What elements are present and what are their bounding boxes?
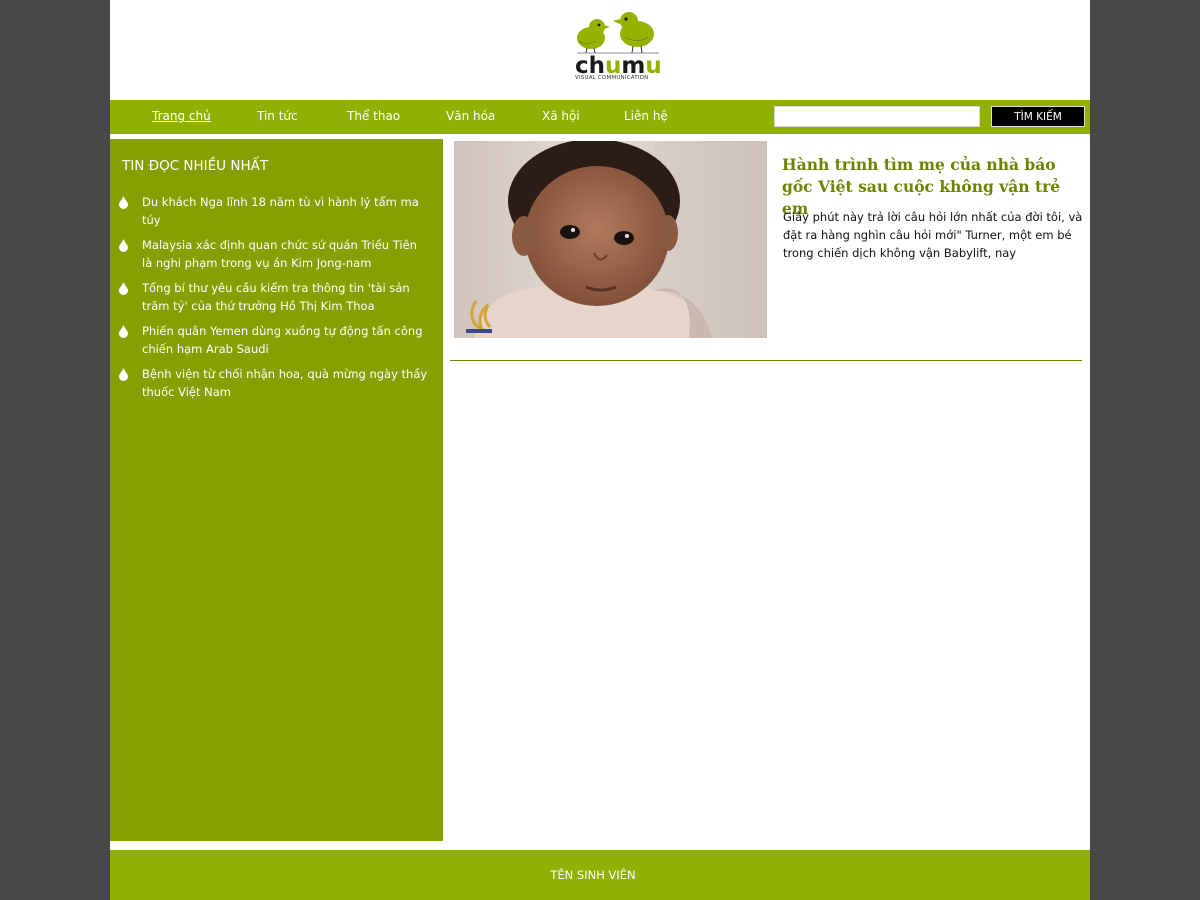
search-button[interactable]: TÌM KIẾM xyxy=(991,106,1085,127)
article-summary: Giây phút này trả lời câu hỏi lớn nhất c… xyxy=(783,210,1083,260)
footer-student-name: TÊN SINH VIÊN xyxy=(550,868,636,882)
nav-item-news[interactable]: Tin tức xyxy=(257,109,298,123)
baby-photo xyxy=(454,141,767,338)
nav-item-culture[interactable]: Văn hóa xyxy=(446,109,495,123)
sidebar-title: TIN ĐỌC NHIỀU NHẤT xyxy=(122,158,269,174)
sidebar-most-read: TIN ĐỌC NHIỀU NHẤT Du khách Nga lĩnh 18 … xyxy=(110,139,443,841)
list-item[interactable]: Phiến quân Yemen dùng xuồng tự động tấn … xyxy=(110,322,443,358)
list-item-label: Bệnh viện từ chối nhận hoa, quà mừng ngà… xyxy=(142,367,428,399)
list-item-label: Malaysia xác định quan chức sứ quán Triề… xyxy=(142,238,417,270)
droplet-bullet-icon xyxy=(119,368,128,381)
main-nav: Trang chủ Tin tức Thể thao Văn hóa Xã hộ… xyxy=(110,100,1090,134)
nav-item-home[interactable]: Trang chủ xyxy=(152,109,211,123)
logo-tagline: VISUAL COMMUNICATION xyxy=(575,75,649,81)
droplet-bullet-icon xyxy=(119,282,128,295)
chumu-logo[interactable]: chumu VISUAL COMMUNICATION xyxy=(573,10,663,85)
content-divider xyxy=(450,360,1082,361)
article-image[interactable] xyxy=(454,141,767,338)
nav-item-contact[interactable]: Liên hệ xyxy=(624,109,668,123)
page: chumu VISUAL COMMUNICATION Trang chủ Tin… xyxy=(110,0,1090,900)
list-item-label: Du khách Nga lĩnh 18 năm tù vì hành lý t… xyxy=(142,195,419,227)
nav-item-sports[interactable]: Thể thao xyxy=(347,109,400,123)
header: chumu VISUAL COMMUNICATION xyxy=(110,0,1090,100)
droplet-bullet-icon xyxy=(119,239,128,252)
droplet-bullet-icon xyxy=(119,325,128,338)
nav-item-society[interactable]: Xã hội xyxy=(542,109,580,123)
list-item-label: Tổng bí thư yêu cầu kiểm tra thông tin '… xyxy=(142,281,410,313)
birds-logo-icon xyxy=(577,12,659,54)
droplet-bullet-icon xyxy=(119,196,128,209)
search-input[interactable] xyxy=(774,106,980,127)
list-item[interactable]: Malaysia xác định quan chức sứ quán Triề… xyxy=(110,236,443,272)
list-item[interactable]: Tổng bí thư yêu cầu kiểm tra thông tin '… xyxy=(110,279,443,315)
most-read-list: Du khách Nga lĩnh 18 năm tù vì hành lý t… xyxy=(110,193,443,408)
list-item-label: Phiến quân Yemen dùng xuồng tự động tấn … xyxy=(142,324,423,356)
list-item[interactable]: Du khách Nga lĩnh 18 năm tù vì hành lý t… xyxy=(110,193,443,229)
list-item[interactable]: Bệnh viện từ chối nhận hoa, quà mừng ngà… xyxy=(110,365,443,401)
footer: TÊN SINH VIÊN xyxy=(110,850,1090,900)
